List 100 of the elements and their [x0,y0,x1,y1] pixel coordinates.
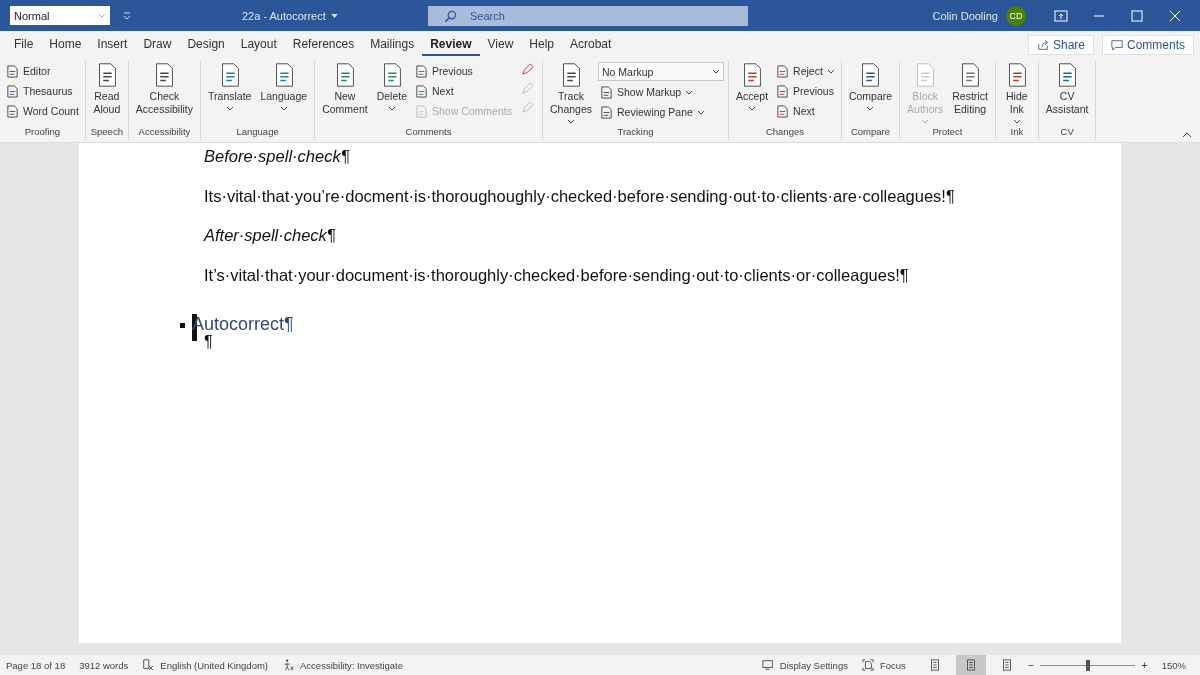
customize-toolbar-icon[interactable] [122,10,132,21]
document-icon [6,64,19,78]
ribbon-button[interactable]: Restrict Editing [949,61,991,116]
document-icon [415,64,428,78]
caret-icon [685,89,694,95]
ribbon-button[interactable]: Next [413,82,514,100]
ribbon-button[interactable]: CV Assistant [1042,61,1092,116]
caret-icon [98,13,106,18]
ribbon-button[interactable]: Language [257,61,311,111]
ribbon-button[interactable]: Hide Ink [999,61,1034,124]
menu-tab[interactable]: Home [41,33,90,56]
ribbon-button[interactable]: Thesaurus [4,82,81,100]
display-settings-button[interactable]: Display Settings [779,659,848,671]
caret-icon [826,68,835,74]
language-status[interactable]: English (United Kingdom) [160,659,269,671]
document-icon [776,104,790,118]
ribbon-button[interactable]: New Comment [319,61,371,116]
group-label: Protect [931,126,964,139]
menu-tab[interactable]: File [6,33,42,56]
caret-icon [696,109,705,115]
document-icon [415,104,428,118]
menu-tab[interactable]: Design [179,33,233,56]
focus-button[interactable]: Focus [879,659,906,671]
caret-icon [712,69,720,74]
group-label: Language [235,126,280,139]
page-count[interactable]: Page 18 of 18 [6,659,66,671]
menu-tab[interactable]: Layout [232,33,285,56]
group-label: CV [1059,126,1075,139]
user-avatar[interactable]: CD [1006,5,1026,26]
caret-icon [225,106,234,111]
paragraph-text: After·spell·check¶ [204,226,336,245]
group-label: Proofing [23,126,62,139]
user-name: Colin Dooling [932,9,998,22]
zoom-level[interactable]: 150% [1161,659,1186,671]
close-icon[interactable] [1168,9,1182,22]
group-label: Compare [849,126,891,139]
ribbon-button[interactable]: Compare [845,61,896,111]
view-mode-button[interactable] [955,655,986,675]
paragraph-text: Its·vital·that·you’re·docment·is·thoroughoughly·checked·before·sending·out·to·clients·are·colleagues!¶ [204,186,955,206]
ribbon-button[interactable]: Next [774,102,837,120]
menu-tab[interactable]: Insert [89,33,136,56]
document-icon [6,104,19,118]
document-icon [600,105,613,119]
document-icon [415,84,428,98]
comment-icon [1111,38,1123,51]
ribbon-button[interactable]: Show Markup [598,83,724,101]
ribbon-button[interactable]: Track Changes [546,61,595,124]
caret-icon [866,106,875,111]
maximize-icon[interactable] [1130,9,1144,22]
pen-icon[interactable] [520,63,534,76]
menu-tab[interactable]: View [479,33,522,56]
style-box[interactable]: Normal [10,6,110,25]
paragraph-text: Before·spell·check¶ [204,147,350,166]
menu-tab[interactable]: Acrobat [562,33,620,56]
group-label: Changes [764,126,805,139]
search-field[interactable]: Search [428,5,748,26]
ribbon-button[interactable]: Reject [774,62,837,80]
monitor-icon[interactable] [761,659,774,671]
markup-select[interactable]: No Markup [598,62,724,81]
focus-icon[interactable] [861,659,874,671]
document-icon [600,85,613,99]
ribbon-button[interactable]: Read Aloud [89,61,124,116]
menu-tab[interactable]: Help [521,33,562,56]
ribbon-button[interactable]: Delete [373,61,410,111]
menu-tab[interactable]: Draw [135,33,180,56]
page-icon [1000,659,1013,671]
ribbon-button[interactable]: Accept [733,61,772,111]
proofing-icon[interactable] [142,659,155,671]
menu-tab[interactable]: References [284,33,363,56]
zoom-out-button[interactable]: − [1027,659,1035,671]
accessibility-icon[interactable] [282,659,295,671]
caret-icon [921,119,930,124]
zoom-in-button[interactable]: + [1141,659,1148,671]
comments-button[interactable]: Comments [1102,34,1194,55]
document-title[interactable]: 22a - Autocorrect [242,9,422,22]
menu-tab[interactable]: Mailings [362,33,423,56]
caret-icon [330,13,338,18]
menu-tab[interactable]: Review [422,33,480,56]
ribbon-button[interactable]: Previous [774,82,837,100]
accessibility-status[interactable]: Accessibility: Investigate [300,659,403,671]
share-icon [1036,38,1049,51]
document-icon [6,84,19,98]
ribbon-display-icon[interactable] [1054,9,1068,22]
group-label: Comments [404,126,453,139]
ribbon-button[interactable]: Word Count [4,102,81,120]
ribbon-button[interactable]: Translate [205,61,255,111]
page-icon [964,659,977,671]
bullet-icon [180,323,185,328]
paragraph-text: ¶ [204,332,213,351]
ribbon-button[interactable]: Reviewing Pane [598,103,724,121]
caret-icon [279,106,288,111]
caret-icon [567,119,575,124]
word-count[interactable]: 3912 words [79,659,129,671]
ribbon-button[interactable]: Editor [4,62,81,80]
zoom-slider-thumb[interactable] [1085,659,1090,671]
ribbon-button[interactable]: Check Accessibility [132,61,197,116]
group-label: Speech [89,126,124,139]
collapse-ribbon-icon[interactable] [1182,132,1192,138]
share-button[interactable]: Share [1027,34,1094,55]
ribbon-button[interactable]: Previous [413,62,514,80]
